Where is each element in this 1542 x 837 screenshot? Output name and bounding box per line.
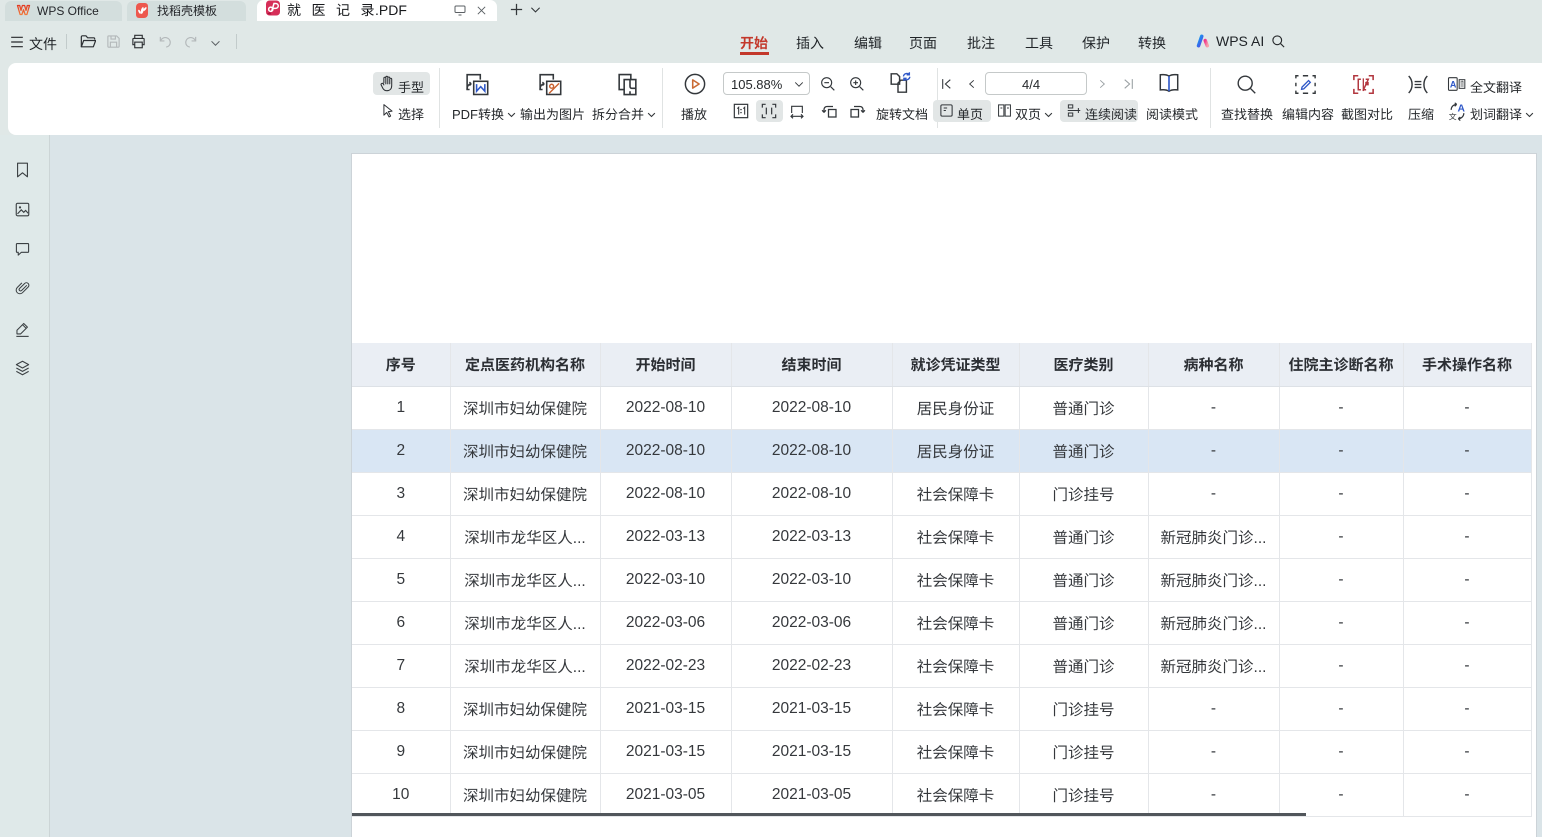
svg-text:A: A: [1458, 104, 1466, 115]
svg-text:文: 文: [1449, 111, 1457, 121]
svg-text:A: A: [1450, 79, 1457, 89]
